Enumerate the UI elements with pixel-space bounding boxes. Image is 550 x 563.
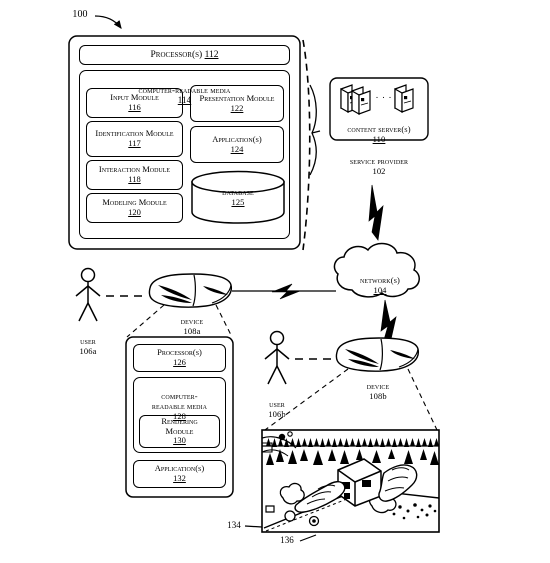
- device-applications-132-box: Application(s) 132: [133, 460, 226, 488]
- network-cloud: [333, 242, 420, 298]
- processor-112-box: Processor(s) 112: [79, 45, 290, 65]
- rendering-module-130-box: Rendering Module 130: [139, 415, 220, 448]
- device-applications-132-ref: 132: [173, 473, 186, 483]
- rendering-module-130-label: Rendering Module: [161, 415, 198, 436]
- ref-100-leader: [94, 15, 122, 29]
- identification-module-box: Identification Module 117: [86, 121, 183, 157]
- ref-136-leader: [299, 534, 317, 542]
- device-b-hmd: [335, 337, 420, 372]
- device-a-to-detail-box-callout: [126, 304, 233, 338]
- system-to-service-provider-connector: [302, 39, 321, 251]
- modeling-module-ref: 120: [128, 207, 141, 217]
- lightning-sp-to-network: [368, 184, 384, 241]
- input-module-box: Input Module 116: [86, 88, 183, 118]
- link-device-a-to-network: [232, 283, 336, 300]
- device-a-hmd: [148, 273, 233, 308]
- user-b-figure: [264, 330, 290, 385]
- device-processor-126-box: Processor(s) 126: [133, 344, 226, 372]
- input-module-ref: 116: [128, 102, 141, 112]
- processor-112-ref: 112: [204, 49, 219, 60]
- device-processor-126-ref: 126: [173, 357, 186, 367]
- virtual-scene-panel: [261, 429, 440, 533]
- identification-module-ref: 117: [128, 138, 141, 148]
- presentation-module-box: Presentation Module 122: [190, 85, 284, 122]
- user-a-figure: [75, 267, 101, 322]
- rendering-module-130-ref: 130: [173, 435, 186, 446]
- applications-124-box: Application(s) 124: [190, 126, 284, 163]
- interaction-module-ref: 118: [128, 174, 141, 184]
- presentation-module-ref: 122: [230, 102, 244, 113]
- processor-112-label: Processor(s): [150, 49, 203, 60]
- modeling-module-box: Modeling Module 120: [86, 193, 183, 223]
- applications-124-ref: 124: [230, 143, 244, 154]
- content-server-icons: [340, 84, 414, 116]
- ref-134-leader: [244, 525, 263, 528]
- device-b-to-scene-callout: [264, 368, 438, 431]
- database-125-cylinder: [191, 170, 285, 224]
- interaction-module-box: Interaction Module 118: [86, 160, 183, 190]
